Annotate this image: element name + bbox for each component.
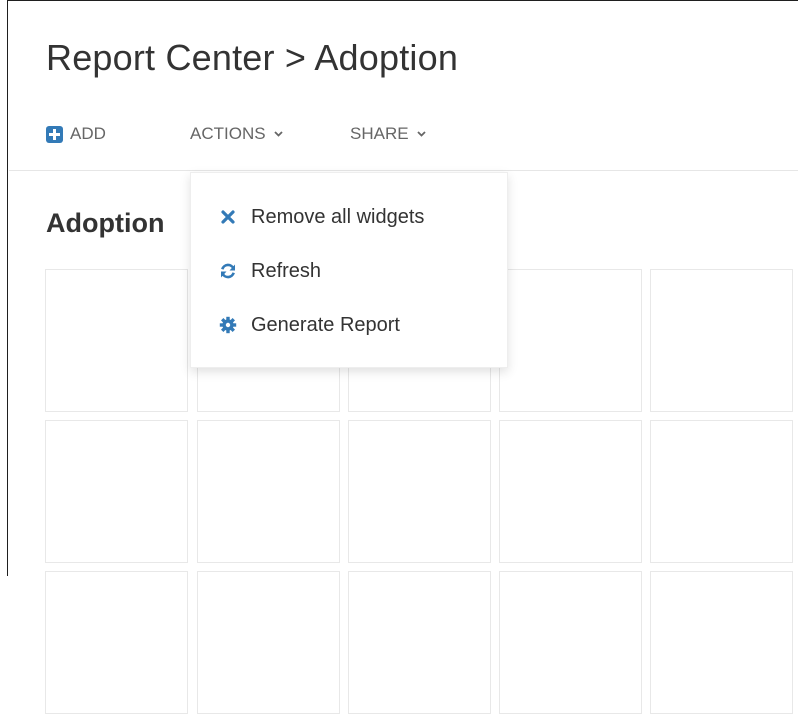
actions-dropdown-menu: Remove all widgets Refresh Generate Repo… [190, 172, 508, 368]
widget-tile[interactable] [348, 420, 491, 563]
widget-tile[interactable] [45, 571, 188, 714]
widget-tile[interactable] [45, 420, 188, 563]
refresh-icon [219, 262, 237, 280]
menu-item-remove-all-widgets[interactable]: Remove all widgets [219, 200, 424, 234]
widget-tile[interactable] [45, 269, 188, 412]
menu-item-generate-report[interactable]: Generate Report [219, 308, 400, 342]
widget-tile[interactable] [499, 269, 642, 412]
window-frame-left [0, 0, 8, 576]
section-title: Adoption [46, 208, 165, 238]
widget-tile[interactable] [650, 420, 793, 563]
page-title: Report Center > Adoption [46, 37, 459, 78]
widget-tile[interactable] [197, 571, 340, 714]
widget-tile[interactable] [348, 571, 491, 714]
actions-label: ACTIONS [190, 124, 266, 143]
widget-tile[interactable] [650, 269, 793, 412]
widget-tile[interactable] [499, 420, 642, 563]
plus-icon [46, 125, 63, 143]
chevron-down-icon [416, 131, 426, 137]
menu-item-label: Refresh [251, 259, 322, 282]
times-icon [219, 208, 237, 226]
share-dropdown-button[interactable]: SHARE [350, 119, 426, 149]
actions-dropdown-button[interactable]: ACTIONS [190, 119, 283, 149]
page-header: Report Center > Adoption ADD ACTIONS SHA… [9, 1, 798, 171]
gear-icon [219, 316, 237, 334]
menu-item-refresh[interactable]: Refresh [219, 254, 321, 288]
menu-item-label: Remove all widgets [251, 205, 425, 228]
widget-tile[interactable] [499, 571, 642, 714]
chevron-down-icon [273, 131, 283, 137]
add-label: ADD [70, 124, 106, 143]
widget-tile[interactable] [650, 571, 793, 714]
widget-tile[interactable] [197, 420, 340, 563]
menu-item-label: Generate Report [251, 313, 400, 336]
share-label: SHARE [350, 124, 409, 143]
add-button[interactable]: ADD [46, 119, 106, 149]
